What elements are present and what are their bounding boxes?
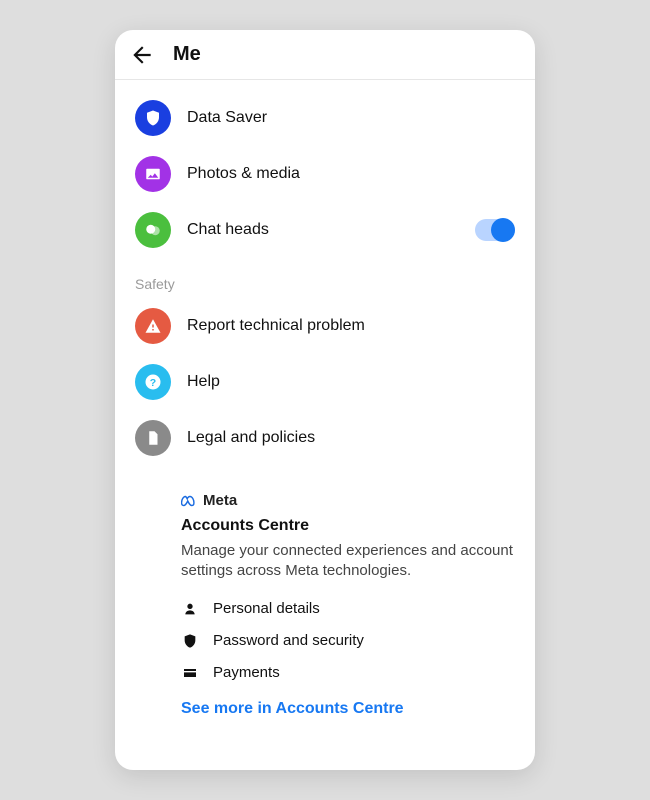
row-help[interactable]: ? Help [115, 354, 535, 410]
svg-text:?: ? [150, 377, 156, 389]
row-label: Report technical problem [187, 317, 515, 335]
row-label: Photos & media [187, 165, 515, 183]
photo-icon [135, 156, 171, 192]
row-label: Legal and policies [187, 429, 515, 447]
meta-brand: Meta [181, 492, 513, 509]
row-legal-policies[interactable]: Legal and policies [115, 410, 535, 466]
row-label: Data Saver [187, 109, 515, 127]
ac-item-personal-details[interactable]: Personal details [181, 600, 513, 618]
accounts-centre-title: Accounts Centre [181, 517, 513, 535]
row-photos-media[interactable]: Photos & media [115, 146, 535, 202]
settings-screen: Me Data Saver Photos & media Chat heads … [115, 30, 535, 770]
ac-item-payments[interactable]: Payments [181, 664, 513, 682]
ac-item-label: Payments [213, 664, 280, 681]
row-label: Help [187, 373, 515, 391]
row-chat-heads[interactable]: Chat heads [115, 202, 535, 258]
accounts-centre-description: Manage your connected experiences and ac… [181, 541, 513, 582]
shield-icon [135, 100, 171, 136]
chat-heads-toggle[interactable] [475, 219, 515, 241]
meta-brand-text: Meta [203, 492, 237, 509]
help-icon: ? [135, 364, 171, 400]
row-report-problem[interactable]: Report technical problem [115, 298, 535, 354]
ac-item-label: Personal details [213, 600, 320, 617]
settings-list: Data Saver Photos & media Chat heads Saf… [115, 80, 535, 734]
arrow-left-icon [129, 42, 155, 68]
chat-heads-icon [135, 212, 171, 248]
toggle-knob [491, 218, 515, 242]
row-label: Chat heads [187, 221, 459, 239]
top-bar: Me [115, 30, 535, 80]
credit-card-icon [181, 664, 199, 682]
document-icon [135, 420, 171, 456]
person-icon [181, 600, 199, 618]
ac-item-password-security[interactable]: Password and security [181, 632, 513, 650]
see-more-accounts-centre-link[interactable]: See more in Accounts Centre [181, 700, 513, 718]
row-data-saver[interactable]: Data Saver [115, 90, 535, 146]
accounts-centre-card: Meta Accounts Centre Manage your connect… [115, 466, 535, 734]
ac-item-label: Password and security [213, 632, 364, 649]
back-button[interactable] [129, 42, 155, 68]
security-shield-icon [181, 632, 199, 650]
page-title: Me [173, 43, 201, 66]
warning-icon [135, 308, 171, 344]
accounts-centre-items: Personal details Password and security P… [181, 600, 513, 682]
meta-logo-icon [181, 495, 199, 507]
section-header-safety: Safety [115, 258, 535, 298]
